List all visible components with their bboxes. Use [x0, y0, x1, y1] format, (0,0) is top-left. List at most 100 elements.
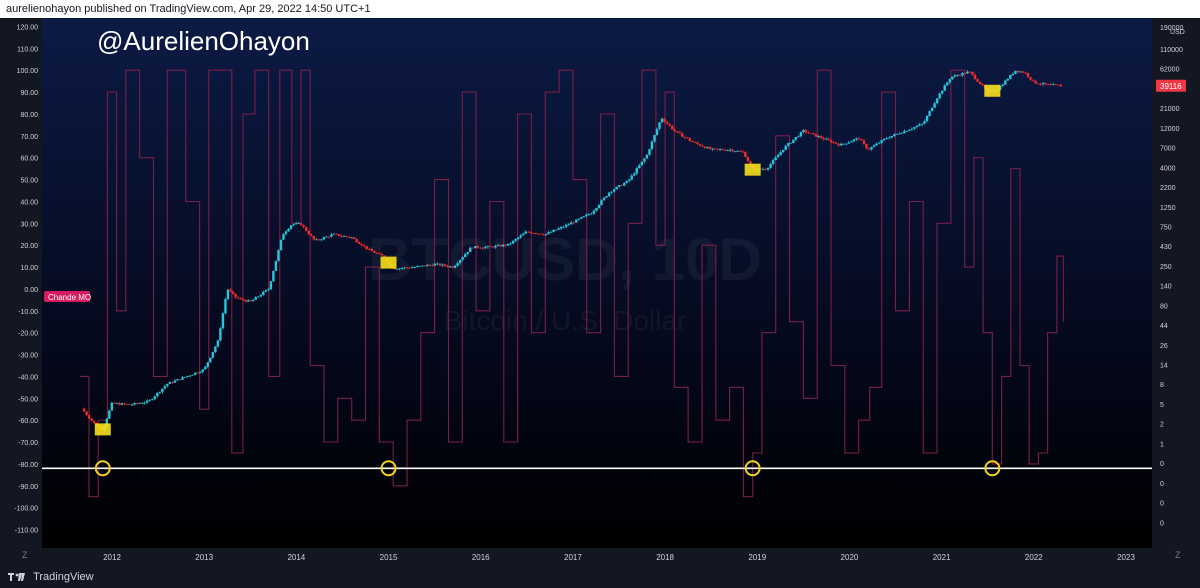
candle-body	[953, 75, 957, 77]
chart-area[interactable]: BTCUSD, 10D Bitcoin / U.S. Dollar 120.00…	[0, 18, 1200, 566]
candle-body	[211, 352, 215, 358]
candle-body	[915, 125, 919, 128]
candle-body	[85, 411, 88, 416]
right-axis-tick: 0	[1160, 461, 1164, 468]
candle-body	[905, 130, 909, 132]
candle-body	[350, 237, 353, 239]
candle-body	[246, 300, 250, 302]
right-axis-tick: 80	[1160, 303, 1168, 310]
candle-body	[315, 239, 318, 241]
candle-body	[310, 234, 313, 236]
candle-body	[151, 399, 154, 401]
candle-body	[529, 231, 533, 233]
left-axis-tick: 70.00	[20, 134, 38, 141]
bottom-marker-box	[744, 163, 761, 176]
candle-body	[491, 246, 495, 248]
candle-body	[764, 169, 767, 170]
candle-body	[441, 264, 444, 266]
right-axis-tick: 0	[1160, 481, 1164, 488]
candle-body	[622, 183, 626, 186]
bottom-marker-box	[94, 423, 111, 436]
time-axis-tick: 2013	[195, 553, 213, 562]
time-axis-tick: 2021	[933, 553, 951, 562]
btc-cmo-chart[interactable]: BTCUSD, 10D Bitcoin / U.S. Dollar 120.00…	[0, 18, 1200, 566]
candle-body	[302, 225, 305, 227]
candle-body	[413, 267, 416, 268]
candle-body	[766, 167, 770, 170]
candle-body	[355, 238, 358, 243]
time-axis-tick: 2018	[656, 553, 674, 562]
candle-body	[178, 379, 182, 380]
candle-body	[140, 403, 144, 404]
candle-body	[360, 243, 363, 246]
candle-body	[971, 71, 974, 75]
left-axis-tick: -100.00	[14, 506, 38, 513]
candle-body	[254, 297, 257, 300]
candle-body	[299, 223, 303, 226]
bottom-marker-box	[984, 84, 1001, 97]
candle-body	[855, 138, 858, 140]
candle-body	[158, 392, 162, 393]
candle-body	[1059, 85, 1063, 87]
candle-body	[961, 73, 964, 76]
candle-body	[978, 81, 982, 85]
candle-body	[1049, 84, 1052, 86]
candle-body	[852, 139, 856, 142]
candle-body	[363, 245, 366, 247]
right-axis-tick: 140	[1160, 284, 1172, 291]
candle-body	[882, 138, 886, 141]
candle-body	[572, 222, 575, 224]
candle-body	[943, 85, 946, 91]
candle-body	[635, 168, 639, 174]
candle-body	[229, 289, 232, 292]
zoom-left-button[interactable]: Z	[22, 550, 28, 560]
zoom-right-button[interactable]: Z	[1175, 550, 1181, 560]
candle-body	[832, 142, 835, 144]
candle-body	[769, 163, 772, 168]
candle-body	[416, 266, 419, 268]
candle-body	[221, 313, 225, 329]
candle-body	[802, 130, 805, 133]
candle-body	[895, 133, 898, 135]
candle-body	[226, 289, 230, 300]
left-axis-tick: 20.00	[20, 243, 38, 250]
indicator-label-tag[interactable]: Chande MO	[44, 291, 91, 302]
candle-body	[264, 290, 268, 292]
candle-body	[1011, 73, 1015, 75]
candle-body	[327, 236, 331, 238]
candle-body	[274, 260, 278, 271]
candle-body	[539, 233, 543, 235]
candle-body	[241, 298, 245, 301]
candle-body	[138, 403, 141, 404]
candle-body	[476, 246, 480, 248]
candle-body	[118, 403, 121, 405]
candle-body	[885, 138, 888, 140]
candle-body	[335, 233, 338, 235]
candle-body	[842, 143, 845, 145]
left-axis-tick: 10.00	[20, 265, 38, 272]
right-axis-tick: 0	[1160, 520, 1164, 527]
candle-body	[542, 234, 545, 236]
candle-body	[1014, 70, 1017, 74]
candle-body	[703, 146, 707, 149]
candle-body	[534, 233, 538, 234]
candle-body	[496, 245, 500, 246]
right-axis-unit: USD	[1170, 29, 1185, 36]
candle-body	[340, 235, 343, 237]
candle-body	[1034, 80, 1037, 84]
candle-body	[867, 148, 871, 150]
candle-body	[557, 228, 560, 230]
candle-body	[428, 264, 432, 266]
right-axis-tick: 250	[1160, 264, 1172, 271]
candle-body	[342, 235, 346, 237]
bottom-marker-box	[380, 256, 397, 269]
left-axis-tick: 120.00	[17, 25, 39, 32]
candle-body	[610, 191, 613, 193]
right-axis-tick: 14	[1160, 363, 1168, 370]
candle-body	[176, 379, 179, 381]
candle-body	[345, 235, 348, 237]
right-axis-tick: 44	[1160, 323, 1168, 330]
candle-body	[711, 148, 714, 150]
candle-body	[251, 299, 255, 302]
candle-body	[552, 229, 555, 232]
